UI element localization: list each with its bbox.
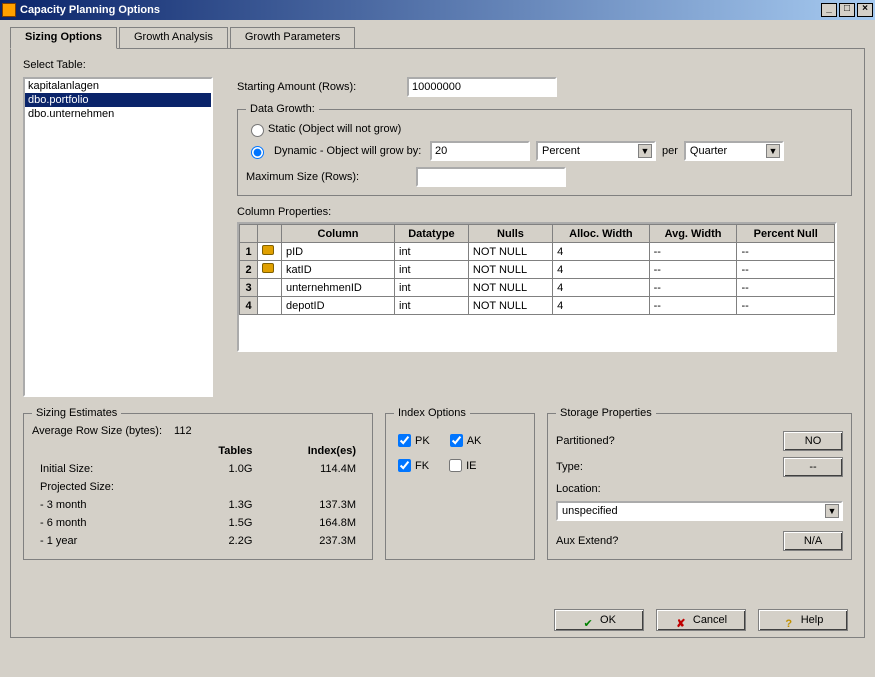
growth-period-value: Quarter [690, 145, 727, 157]
pk-label: PK [415, 435, 430, 447]
ak-checkbox[interactable] [450, 434, 463, 447]
tab-page-sizing: Select Table: kapitalanlagendbo.portfoli… [10, 48, 865, 638]
index-options-group: Index Options PK AK FK IE [385, 407, 535, 560]
sizing-estimates-legend: Sizing Estimates [32, 407, 121, 419]
app-icon [2, 3, 16, 17]
table-row[interactable]: 3unternehmenIDintNOT NULL4---- [240, 279, 835, 297]
table-row: Projected Size: [34, 479, 362, 495]
storage-properties-legend: Storage Properties [556, 407, 656, 419]
location-combo[interactable]: unspecified ▼ [556, 501, 843, 521]
table-row[interactable]: 1pIDintNOT NULL4---- [240, 243, 835, 261]
minimize-button[interactable]: _ [821, 3, 837, 17]
table-row: Initial Size:1.0G114.4M [34, 461, 362, 477]
key-icon [262, 245, 274, 255]
ok-button[interactable]: ✔ OK [554, 609, 644, 631]
ie-checkbox[interactable] [449, 459, 462, 472]
growth-amount-input[interactable] [430, 141, 530, 161]
close-icon: ✘ [675, 614, 687, 626]
growth-static-radio[interactable] [251, 124, 264, 137]
avg-row-size-label: Average Row Size (bytes): [32, 425, 162, 437]
chevron-down-icon: ▼ [638, 144, 652, 158]
list-item[interactable]: dbo.unternehmen [25, 107, 211, 121]
table-row: - 6 month1.5G164.8M [34, 515, 362, 531]
storage-properties-group: Storage Properties Partitioned? NO Type:… [547, 407, 852, 560]
location-label: Location: [556, 483, 601, 495]
close-button[interactable]: × [857, 3, 873, 17]
cancel-label: Cancel [693, 610, 727, 630]
avg-row-size-value: 112 [174, 425, 192, 437]
help-label: Help [801, 610, 824, 630]
fk-checkbox[interactable] [398, 459, 411, 472]
partitioned-label: Partitioned? [556, 435, 615, 447]
help-icon: ? [783, 614, 795, 626]
column-properties-label: Column Properties: [237, 206, 852, 218]
list-item[interactable]: dbo.portfolio [25, 93, 211, 107]
data-growth-legend: Data Growth: [246, 103, 319, 115]
table-row[interactable]: 2katIDintNOT NULL4---- [240, 261, 835, 279]
fk-label: FK [415, 460, 429, 472]
growth-period-combo[interactable]: Quarter ▼ [684, 141, 784, 161]
help-button[interactable]: ? Help [758, 609, 848, 631]
type-button[interactable]: -- [783, 457, 843, 477]
per-label: per [662, 145, 678, 157]
tab-growth-analysis[interactable]: Growth Analysis [119, 27, 228, 49]
type-label: Type: [556, 461, 583, 473]
tab-strip: Sizing Options Growth Analysis Growth Pa… [10, 26, 865, 48]
partitioned-button[interactable]: NO [783, 431, 843, 451]
growth-unit-combo[interactable]: Percent ▼ [536, 141, 656, 161]
key-icon [262, 263, 274, 273]
chevron-down-icon: ▼ [766, 144, 780, 158]
max-size-label: Maximum Size (Rows): [246, 171, 416, 183]
table-row: - 1 year2.2G237.3M [34, 533, 362, 549]
tab-sizing-options[interactable]: Sizing Options [10, 27, 117, 49]
growth-dynamic-radio[interactable] [251, 146, 264, 159]
ak-label: AK [467, 435, 482, 447]
aux-extend-button[interactable]: N/A [783, 531, 843, 551]
starting-amount-label: Starting Amount (Rows): [237, 81, 407, 93]
check-icon: ✔ [582, 614, 594, 626]
starting-amount-input[interactable] [407, 77, 557, 97]
aux-extend-label: Aux Extend? [556, 535, 618, 547]
table-row: - 3 month1.3G137.3M [34, 497, 362, 513]
location-value: unspecified [562, 505, 618, 517]
growth-static-label: Static (Object will not grow) [268, 123, 401, 135]
table-row[interactable]: 4depotIDintNOT NULL4---- [240, 297, 835, 315]
ie-label: IE [466, 460, 476, 472]
growth-dynamic-label: Dynamic - Object will grow by: [274, 145, 424, 157]
window-title: Capacity Planning Options [20, 4, 160, 16]
table-listbox[interactable]: kapitalanlagendbo.portfoliodbo.unternehm… [23, 77, 213, 397]
ok-label: OK [600, 610, 616, 630]
growth-unit-value: Percent [542, 145, 580, 157]
max-size-input[interactable] [416, 167, 566, 187]
column-properties-grid[interactable]: ColumnDatatypeNullsAlloc. WidthAvg. Widt… [237, 222, 837, 352]
title-bar: Capacity Planning Options _ □ × [0, 0, 875, 20]
maximize-button[interactable]: □ [839, 3, 855, 17]
sizing-estimates-group: Sizing Estimates Average Row Size (bytes… [23, 407, 373, 560]
pk-checkbox[interactable] [398, 434, 411, 447]
select-table-label: Select Table: [23, 59, 217, 71]
index-options-legend: Index Options [394, 407, 470, 419]
tab-growth-parameters[interactable]: Growth Parameters [230, 27, 355, 49]
cancel-button[interactable]: ✘ Cancel [656, 609, 746, 631]
chevron-down-icon: ▼ [825, 504, 839, 518]
list-item[interactable]: kapitalanlagen [25, 79, 211, 93]
